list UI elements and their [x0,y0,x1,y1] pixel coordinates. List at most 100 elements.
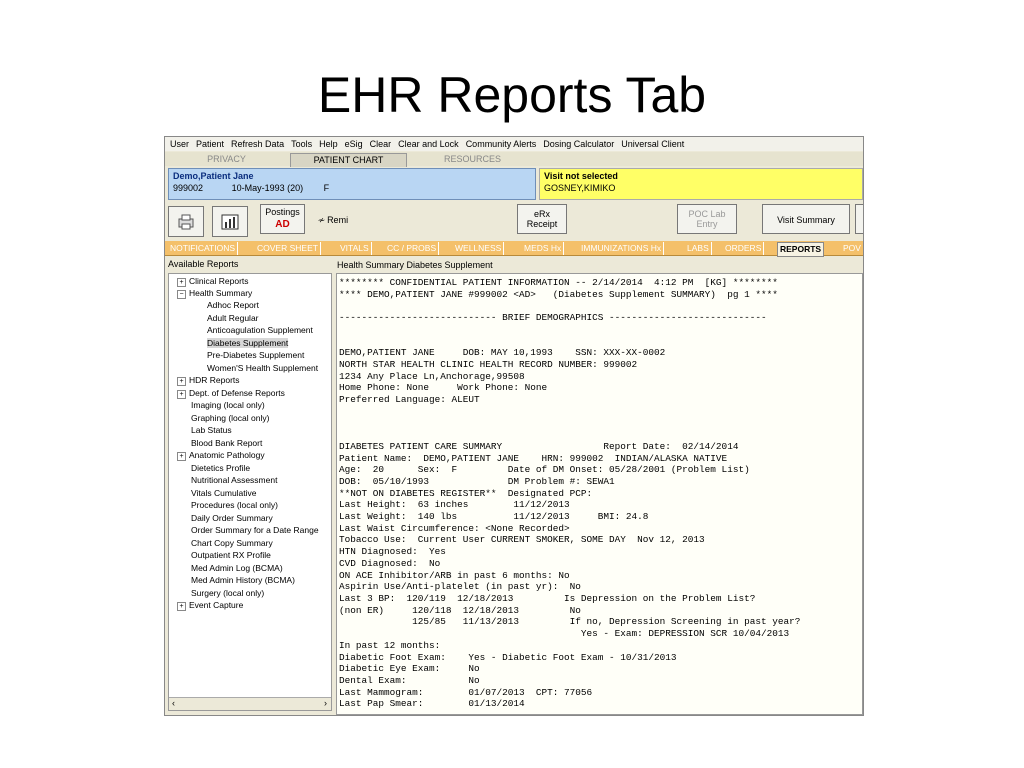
scroll-right-icon[interactable]: › [324,698,327,708]
tree-item-anticoagulation-supplement[interactable]: Anticoagulation Supplement [207,325,313,335]
tree-item-blood-bank-report[interactable]: Blood Bank Report [191,438,262,448]
tree-item-pre-diabetes-supplement[interactable]: Pre-Diabetes Supplement [207,350,304,360]
collapse-icon[interactable]: − [177,290,186,299]
tab-vitals[interactable]: VITALS [338,242,372,255]
menu-patient[interactable]: Patient [196,139,224,149]
menu-tools[interactable]: Tools [291,139,312,149]
report-line: Yes - Exam: DEPRESSION SCR 10/04/2013 [580,628,790,640]
tab-cc-probs[interactable]: CC / PROBS [385,242,440,255]
tree-item-lab-status[interactable]: Lab Status [191,425,232,435]
tree-item-daily-order-summary[interactable]: Daily Order Summary [191,513,273,523]
expand-icon[interactable]: + [177,278,186,287]
postings-button[interactable]: Postings AD [260,204,305,234]
expand-icon[interactable]: + [177,377,186,386]
report-line: NORTH STAR HEALTH CLINIC HEALTH RECORD N… [339,358,638,370]
tree-item-event-capture[interactable]: + Event Capture [177,600,243,611]
report-line: Last 3 BP: 120/119 12/18/2013 Is Depress… [339,592,756,604]
report-line: 125/85 11/13/2013 If no, Depression Scre… [412,616,801,628]
horizontal-scrollbar[interactable]: ‹ › [169,697,331,710]
tree-item-outpatient-rx-profile[interactable]: Outpatient RX Profile [191,550,271,560]
tree-item-med-admin-history[interactable]: Med Admin History (BCMA) [191,575,295,585]
tab-cover-sheet[interactable]: COVER SHEET [255,242,321,255]
menu-refresh-data[interactable]: Refresh Data [231,139,284,149]
tab-wellness[interactable]: WELLNESS [453,242,505,255]
expand-icon[interactable]: + [177,389,186,399]
report-viewer[interactable]: ******** CONFIDENTIAL PATIENT INFORMATIO… [336,273,863,715]
print-icon [178,214,194,230]
report-line: CVD Diagnosed: No [339,557,441,569]
poc-lab-entry-button[interactable]: POC Lab Entry [677,204,737,234]
menu-esig[interactable]: eSig [345,139,363,149]
tree-item-graphing[interactable]: Graphing (local only) [191,413,269,423]
tab-immunizations-hx[interactable]: IMMUNIZATIONS Hx [579,242,665,255]
remi-icon: ≁ [317,215,325,225]
erx-receipt-button[interactable]: eRx Receipt [517,204,567,234]
menu-clear[interactable]: Clear [370,139,392,149]
tree-item-clinical-reports[interactable]: + Clinical Reports [177,276,249,287]
tab-patient-chart[interactable]: PATIENT CHART [290,153,407,167]
tab-privacy[interactable]: PRIVACY [169,153,284,166]
report-line: Diabetic Eye Exam: No [339,663,480,675]
report-line: In past 12 months: [339,639,441,651]
toolbar-more-button[interactable] [855,204,863,234]
tree-item-dietetics-profile[interactable]: Dietetics Profile [191,463,250,473]
report-line: DOB: 05/10/1993 DM Problem #: SEWA1 [339,475,615,487]
menu-universal-client[interactable]: Universal Client [621,139,684,149]
report-line: Diabetic Foot Exam: Yes - Diabetic Foot … [339,651,677,663]
tab-reports[interactable]: REPORTS [777,242,825,257]
tree-item-hdr-reports[interactable]: + HDR Reports [177,375,240,386]
tree-item-chart-copy-summary[interactable]: Chart Copy Summary [191,538,273,548]
tab-resources[interactable]: RESOURCES [415,153,530,166]
tree-item-med-admin-log[interactable]: Med Admin Log (BCMA) [191,563,283,573]
reports-tree-panel: + Clinical Reports − Health Summary Adhoc … [168,273,332,711]
menu-user[interactable]: User [170,139,189,149]
report-text: ******** CONFIDENTIAL PATIENT INFORMATIO… [337,274,862,713]
tree-item-surgery[interactable]: Surgery (local only) [191,588,264,598]
tree-item-diabetes-supplement[interactable]: Diabetes Supplement [207,337,289,348]
report-line: Last Mammogram: 01/07/2013 CPT: 77056 [339,686,593,698]
remi-indicator[interactable]: ≁ Remi [317,215,348,226]
tree-item-womens-health-supplement[interactable]: Women'S Health Supplement [207,363,318,373]
visit-provider: GOSNEY,KIMIKO [544,183,616,193]
postings-label: Postings [265,207,300,217]
report-line: DIABETES PATIENT CARE SUMMARY Report Dat… [339,440,739,452]
tab-labs[interactable]: LABS [685,242,712,255]
report-line: Dental Exam: No [339,674,480,686]
menu-help[interactable]: Help [319,139,338,149]
print-button[interactable] [168,206,204,237]
visit-summary-button[interactable]: Visit Summary [762,204,850,234]
tree-item-adult-regular[interactable]: Adult Regular [207,313,259,323]
toolbar: Postings AD ≁ Remi eRx Receipt POC Lab E… [165,202,863,240]
tree-item-health-summary[interactable]: − Health Summary [177,288,252,299]
tree-item-imaging[interactable]: Imaging (local only) [191,400,265,410]
visit-banner[interactable]: Visit not selected GOSNEY,KIMIKO [539,168,863,200]
menu-community-alerts[interactable]: Community Alerts [466,139,537,149]
tree-item-anatomic-pathology[interactable]: + Anatomic Pathology [177,450,265,461]
tree-item-adhoc-report[interactable]: Adhoc Report [207,300,259,310]
report-line: Last Weight: 140 lbs 11/12/2013 BMI: 24.… [339,511,649,523]
menu-clear-and-lock[interactable]: Clear and Lock [398,139,459,149]
report-line: 1234 Any Place Ln,Anchorage,99508 [339,370,525,382]
menu-dosing-calculator[interactable]: Dosing Calculator [543,139,614,149]
report-line: Last Pap Smear: 01/13/2014 [339,698,525,710]
poc-lab-label: POC Lab [688,209,726,219]
expand-icon[interactable]: + [177,452,186,461]
available-reports-label: Available Reports [168,259,239,269]
scroll-left-icon[interactable]: ‹ [172,698,175,708]
tab-notifications[interactable]: NOTIFICATIONS [168,242,239,255]
top-tabs: PRIVACY PATIENT CHART RESOURCES [165,152,863,167]
tab-pov[interactable]: POV [841,242,863,255]
menu-bar: User Patient Refresh Data Tools Help eSi… [165,137,863,151]
report-line: (non ER) 120/118 12/18/2013 No [339,604,581,616]
tree-item-vitals-cumulative[interactable]: Vitals Cumulative [191,488,257,498]
tab-meds-hx[interactable]: MEDS Hx [522,242,565,255]
tree-item-procedures[interactable]: Procedures (local only) [191,500,278,510]
tree-item-order-summary-date-range[interactable]: Order Summary for a Date Range [191,525,319,535]
graph-button[interactable] [212,206,248,237]
patient-banner[interactable]: Demo,Patient Jane 999002 10-May-1993 (20… [168,168,536,200]
expand-icon[interactable]: + [177,602,186,611]
tab-orders[interactable]: ORDERS [723,242,765,255]
report-line: Age: 20 Sex: F Date of DM Onset: 05/28/2… [339,464,750,476]
tree-item-dept-of-defense-reports[interactable]: + Dept. of Defense Reports [177,388,285,399]
tree-item-nutritional-assessment[interactable]: Nutritional Assessment [191,475,277,485]
